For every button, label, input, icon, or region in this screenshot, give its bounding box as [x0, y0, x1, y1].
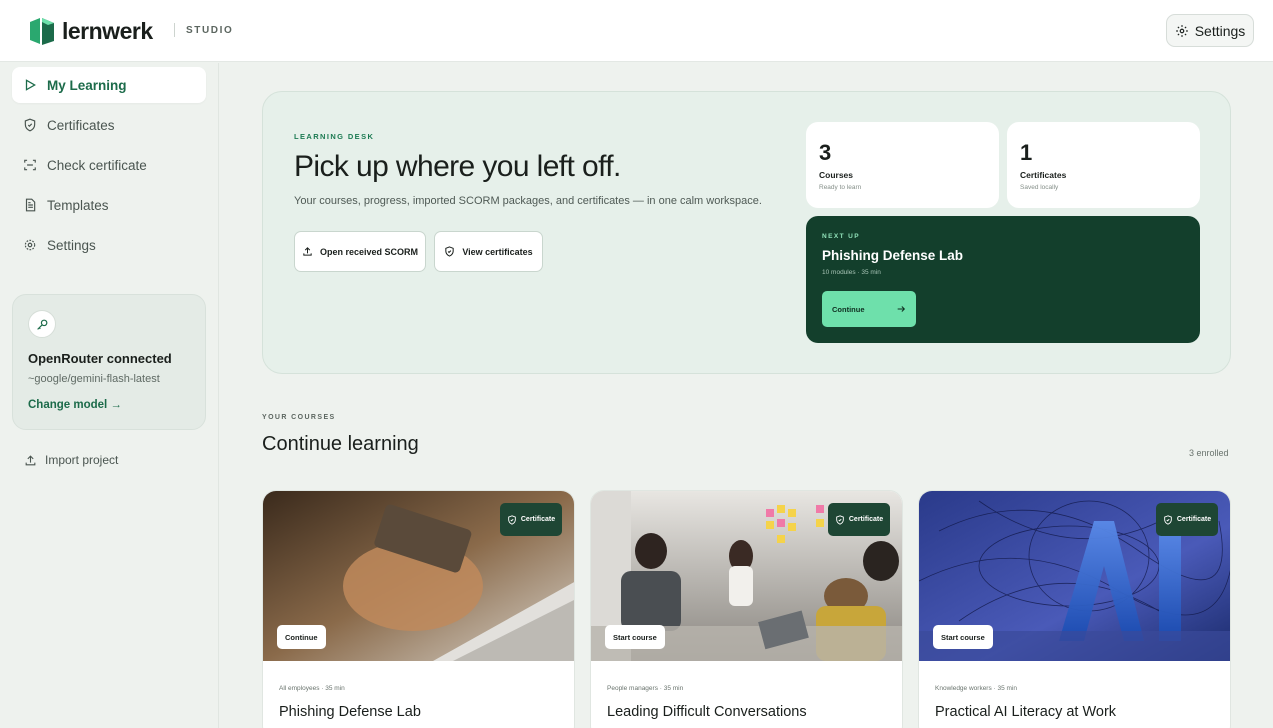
openrouter-status: OpenRouter connected	[28, 351, 172, 366]
sidebar-item-settings[interactable]: Settings	[12, 227, 206, 263]
gear-icon	[24, 239, 36, 251]
shield-check-icon	[445, 246, 454, 257]
gear-icon	[1175, 24, 1188, 37]
course-card-conversations[interactable]: Certificate Start course People managers…	[590, 490, 903, 728]
upload-icon	[303, 247, 312, 256]
stat-value: 1	[1020, 140, 1033, 165]
stat-value: 3	[819, 140, 832, 165]
sidebar-item-label: Templates	[47, 197, 109, 213]
course-title: Leading Difficult Conversations	[607, 704, 807, 720]
sidebar-item-my-learning[interactable]: My Learning	[12, 67, 206, 103]
start-course-button[interactable]: Start course	[933, 625, 993, 649]
certificate-badge: Certificate	[1156, 503, 1218, 536]
shield-check-icon	[24, 118, 36, 132]
courses-title: Continue learning	[262, 433, 419, 455]
lernwerk-logo-icon	[30, 18, 54, 45]
certificate-badge-label: Certificate	[520, 516, 556, 523]
top-bar: lernwerk STUDIO Settings	[0, 0, 1273, 62]
settings-button-label: Settings	[1194, 22, 1246, 39]
settings-button[interactable]: Settings	[1166, 14, 1254, 47]
stat-card-certificates: 1 Certificates Saved locally	[1007, 122, 1200, 208]
logo[interactable]: lernwerk	[30, 16, 153, 46]
certificate-badge-label: Certificate	[1176, 516, 1212, 523]
shield-check-icon	[508, 514, 516, 525]
certificate-badge: Certificate	[828, 503, 890, 536]
start-course-button[interactable]: Start course	[605, 625, 665, 649]
sidebar-item-label: Check certificate	[47, 157, 147, 173]
openrouter-model: ~google/gemini-flash-latest	[28, 373, 160, 385]
sidebar-item-certificates[interactable]: Certificates	[12, 107, 206, 143]
sidebar-item-check-certificate[interactable]: Check certificate	[12, 147, 206, 183]
courses-eyebrow: YOUR COURSES	[262, 414, 336, 421]
logo-divider	[174, 23, 175, 37]
course-card-ai-literacy[interactable]: Certificate Start course Knowledge worke…	[918, 490, 1231, 728]
next-up-title: Phishing Defense Lab	[822, 248, 964, 263]
key-icon	[28, 310, 56, 338]
next-up-eyebrow: NEXT UP	[822, 233, 860, 240]
course-card-phishing[interactable]: Certificate Continue All employees · 35 …	[262, 490, 575, 728]
sidebar-item-templates[interactable]: Templates	[12, 187, 206, 223]
continue-label: Continue	[832, 304, 865, 314]
next-up-card: NEXT UP Phishing Defense Lab 10 modules …	[806, 216, 1200, 343]
sidebar: My Learning Certificates Check certifica…	[0, 63, 219, 728]
play-icon	[25, 79, 36, 91]
import-project-label: Import project	[45, 453, 119, 467]
course-meta: People managers · 35 min	[607, 685, 684, 692]
stat-subtext: Saved locally	[1020, 184, 1059, 191]
certificate-badge-label: Certificate	[848, 516, 884, 523]
stat-subtext: Ready to learn	[819, 184, 862, 191]
hero-subtitle: Your courses, progress, imported SCORM p…	[294, 195, 762, 207]
stat-label: Courses	[819, 170, 854, 180]
certificate-badge: Certificate	[500, 503, 562, 536]
arrow-right-icon	[897, 306, 906, 312]
hero-eyebrow: LEARNING DESK	[294, 132, 375, 141]
sidebar-item-label: My Learning	[47, 77, 127, 93]
sidebar-item-label: Settings	[47, 237, 96, 253]
app-name: lernwerk	[62, 17, 153, 44]
document-icon	[25, 198, 36, 212]
continue-course-button[interactable]: Continue	[277, 625, 326, 649]
upload-icon	[25, 454, 36, 465]
change-model-link[interactable]: Change model →	[28, 399, 122, 411]
view-certificates-label: View certificates	[462, 246, 533, 257]
course-title: Phishing Defense Lab	[279, 704, 421, 720]
import-project-button[interactable]: Import project	[24, 453, 118, 467]
next-up-continue-button[interactable]: Continue	[822, 291, 916, 327]
shield-check-icon	[836, 514, 844, 525]
view-certificates-button[interactable]: View certificates	[434, 231, 543, 272]
sidebar-item-label: Certificates	[47, 117, 115, 133]
course-meta: Knowledge workers · 35 min	[935, 685, 1018, 692]
page-title: Pick up where you left off.	[294, 150, 621, 183]
enrolled-count: 3 enrolled	[1189, 448, 1229, 458]
next-up-meta: 10 modules · 35 min	[822, 269, 881, 276]
scan-icon	[24, 159, 36, 171]
open-scorm-label: Open received SCORM	[319, 246, 419, 257]
stat-label: Certificates	[1020, 170, 1067, 180]
openrouter-card: OpenRouter connected ~google/gemini-flas…	[12, 294, 206, 430]
open-scorm-button[interactable]: Open received SCORM	[294, 231, 426, 272]
learning-desk-hero: LEARNING DESK Pick up where you left off…	[262, 91, 1231, 374]
course-meta: All employees · 35 min	[279, 685, 345, 692]
course-title: Practical AI Literacy at Work	[935, 704, 1117, 720]
studio-label: STUDIO	[186, 25, 234, 36]
stat-card-courses: 3 Courses Ready to learn	[806, 122, 999, 208]
shield-check-icon	[1164, 514, 1172, 525]
